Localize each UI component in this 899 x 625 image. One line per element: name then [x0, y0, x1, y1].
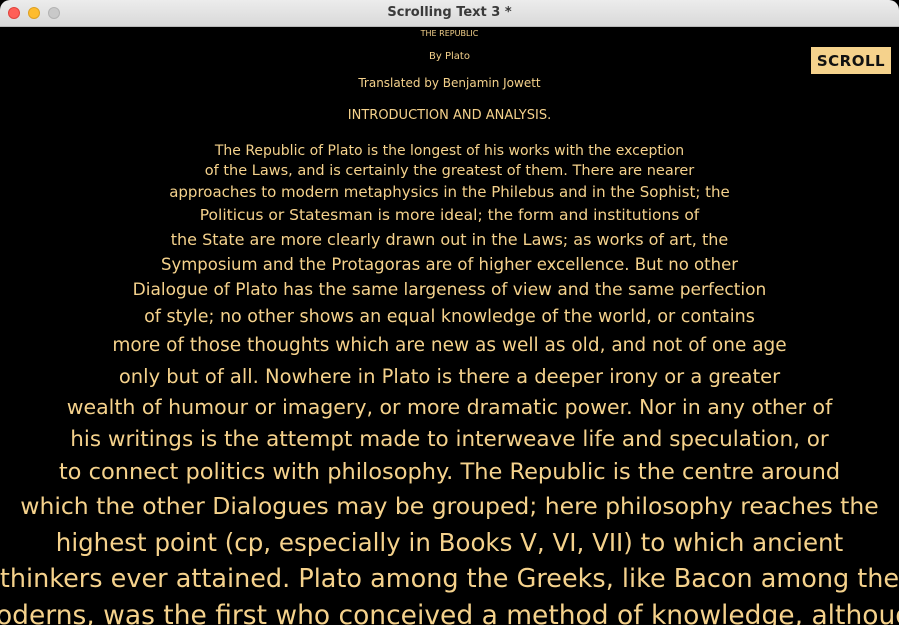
scrolling-text-area[interactable]: THE REPUBLIC By Plato Translated by Benj…	[0, 27, 899, 625]
body-text-line: Dialogue of Plato has the same largeness…	[132, 280, 767, 300]
translator-line: Translated by Benjamin Jowett	[358, 76, 541, 90]
body-text-line: thinkers ever attained. Plato among the …	[0, 564, 899, 594]
author-line: By Plato	[429, 51, 470, 62]
body-text-line: highest point (cp, especially in Books V…	[55, 528, 844, 557]
body-text-line: The Republic of Plato is the longest of …	[214, 143, 685, 159]
body-text-line: more of those thoughts which are new as …	[112, 335, 787, 356]
body-text-line: moderns, was the first who conceived a m…	[0, 600, 899, 625]
body-text-line: of style; no other shows an equal knowle…	[144, 307, 755, 327]
app-window: Scrolling Text 3 * THE REPUBLIC By Plato…	[0, 0, 899, 625]
body-text-line: only but of all. Nowhere in Plato is the…	[118, 365, 781, 388]
body-text-line: wealth of humour or imagery, or more dra…	[66, 395, 833, 419]
body-text-line: which the other Dialogues may be grouped…	[20, 492, 879, 520]
body-text-line: Symposium and the Protagoras are of high…	[160, 255, 739, 274]
body-text-line: of the Laws, and is certainly the greate…	[204, 163, 695, 179]
body-text-line: his writings is the attempt made to inte…	[70, 427, 829, 452]
section-heading: INTRODUCTION AND ANALYSIS.	[347, 108, 552, 123]
body-text-line: approaches to modern metaphysics in the …	[169, 183, 730, 201]
book-title: THE REPUBLIC	[420, 29, 479, 38]
body-text-line: the State are more clearly drawn out in …	[170, 230, 729, 249]
body-text-line: Politicus or Statesman is more ideal; th…	[199, 206, 700, 224]
scroll-button[interactable]: SCROLL	[811, 47, 891, 74]
body-text-line: to connect politics with philosophy. The…	[58, 459, 841, 485]
title-bar[interactable]: Scrolling Text 3 *	[0, 0, 899, 27]
window-title: Scrolling Text 3 *	[387, 5, 512, 20]
